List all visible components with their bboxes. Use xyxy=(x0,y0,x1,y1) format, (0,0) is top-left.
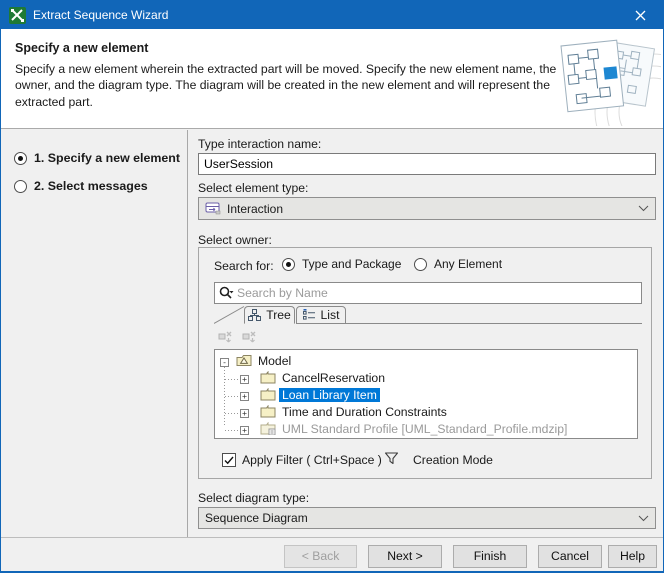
tree-row-model[interactable]: - Model xyxy=(215,352,637,369)
expand-expander[interactable]: + xyxy=(240,409,249,418)
search-icon xyxy=(219,286,235,300)
shared-package-icon xyxy=(260,422,276,435)
tree-stub xyxy=(225,379,239,380)
help-button[interactable]: Help xyxy=(608,545,657,568)
tree-row-time-duration[interactable]: + Time and Duration Constraints xyxy=(215,403,637,420)
diagram-type-combobox[interactable]: Sequence Diagram xyxy=(198,507,656,529)
back-button[interactable]: < Back xyxy=(284,545,357,568)
expand-expander[interactable]: + xyxy=(240,375,249,384)
check-icon xyxy=(224,456,234,465)
step-select-messages[interactable]: 2. Select messages xyxy=(14,179,148,193)
tab-list[interactable]: List xyxy=(296,306,346,324)
tree-row-cancelreservation[interactable]: + CancelReservation xyxy=(215,369,637,386)
apply-filter-checkbox[interactable] xyxy=(222,453,236,467)
interaction-name-label: Type interaction name: xyxy=(198,137,321,151)
cancel-button[interactable]: Cancel xyxy=(538,545,602,568)
tree-label[interactable]: UML Standard Profile [UML_Standard_Profi… xyxy=(279,422,570,436)
extract-sequence-wizard-dialog: Extract Sequence Wizard Specify a new el… xyxy=(0,0,664,573)
element-type-value: Interaction xyxy=(227,202,283,216)
step2-radio[interactable] xyxy=(14,180,27,193)
close-button[interactable] xyxy=(618,1,663,29)
close-icon xyxy=(635,10,646,21)
tree-stub xyxy=(225,430,239,431)
tab-tree[interactable]: Tree xyxy=(244,306,295,324)
collapse-selected-icon[interactable] xyxy=(241,329,258,345)
list-tab-icon xyxy=(303,309,316,321)
select-owner-label: Select owner: xyxy=(198,233,272,247)
interaction-name-input[interactable] xyxy=(198,153,656,175)
diagram-type-label: Select diagram type: xyxy=(198,491,309,505)
type-and-package-radio[interactable] xyxy=(282,258,295,271)
magicdraw-app-icon xyxy=(9,7,26,24)
header-description: Specify a new element wherein the extrac… xyxy=(15,61,561,110)
tab-baseline xyxy=(346,323,642,324)
tree-label[interactable]: Model xyxy=(255,354,294,368)
tree-row-loan-library-item[interactable]: + Loan Library Item xyxy=(215,386,637,403)
tab-diagonal-line xyxy=(214,306,245,324)
any-element-label: Any Element xyxy=(434,257,502,271)
diagram-pages-illustration xyxy=(553,32,661,126)
window-title: Extract Sequence Wizard xyxy=(33,8,168,22)
expand-expander[interactable]: + xyxy=(240,392,249,401)
creation-mode-label: Creation Mode xyxy=(413,453,493,467)
step2-label: 2. Select messages xyxy=(34,179,148,193)
step1-radio[interactable] xyxy=(14,152,27,165)
expand-expander[interactable]: + xyxy=(240,426,249,435)
search-for-label: Search for: xyxy=(214,259,274,273)
tree-label-selected[interactable]: Loan Library Item xyxy=(279,388,380,402)
tree-tab-icon xyxy=(248,309,261,321)
header-title: Specify a new element xyxy=(15,41,148,55)
model-icon xyxy=(236,354,252,367)
finish-button[interactable]: Finish xyxy=(453,545,527,568)
owner-tree[interactable]: - Model + CancelReservation xyxy=(214,349,638,439)
wizard-header: Specify a new element Specify a new elem… xyxy=(1,29,663,129)
element-type-label: Select element type: xyxy=(198,181,308,195)
collapse-expander[interactable]: - xyxy=(220,358,229,367)
any-element-radio[interactable] xyxy=(414,258,427,271)
radio-type-and-package[interactable]: Type and Package xyxy=(282,257,401,271)
collapse-all-icon[interactable] xyxy=(217,329,234,345)
tree-stub xyxy=(225,413,239,414)
interaction-icon xyxy=(205,202,221,215)
wizard-steps-panel: 1. Specify a new element 2. Select messa… xyxy=(1,130,188,537)
search-by-name-field[interactable] xyxy=(214,282,642,304)
package-icon xyxy=(260,371,276,384)
tree-stub xyxy=(225,396,239,397)
radio-any-element[interactable]: Any Element xyxy=(414,257,502,271)
step-specify-new-element[interactable]: 1. Specify a new element xyxy=(14,151,180,165)
element-type-combobox[interactable]: Interaction xyxy=(198,197,656,220)
chevron-down-icon xyxy=(638,205,649,212)
package-icon xyxy=(260,405,276,418)
tree-label[interactable]: Time and Duration Constraints xyxy=(279,405,450,419)
chevron-down-icon xyxy=(638,515,649,522)
step1-label: 1. Specify a new element xyxy=(34,151,180,165)
package-icon xyxy=(260,388,276,401)
next-button[interactable]: Next > xyxy=(368,545,442,568)
search-input[interactable] xyxy=(237,286,637,300)
tab-list-label: List xyxy=(321,308,340,322)
tree-label[interactable]: CancelReservation xyxy=(279,371,388,385)
button-bar-separator xyxy=(1,537,663,538)
tree-row-uml-standard-profile[interactable]: + UML Standard Profile [UML_Standard_Pro… xyxy=(215,420,637,437)
tab-tree-label: Tree xyxy=(266,308,291,322)
type-and-package-label: Type and Package xyxy=(302,257,401,271)
title-bar[interactable]: Extract Sequence Wizard xyxy=(1,1,663,29)
apply-filter-label: Apply Filter ( Ctrl+Space ) xyxy=(242,453,382,467)
filter-funnel-icon[interactable] xyxy=(384,451,399,466)
diagram-type-value: Sequence Diagram xyxy=(205,511,308,525)
